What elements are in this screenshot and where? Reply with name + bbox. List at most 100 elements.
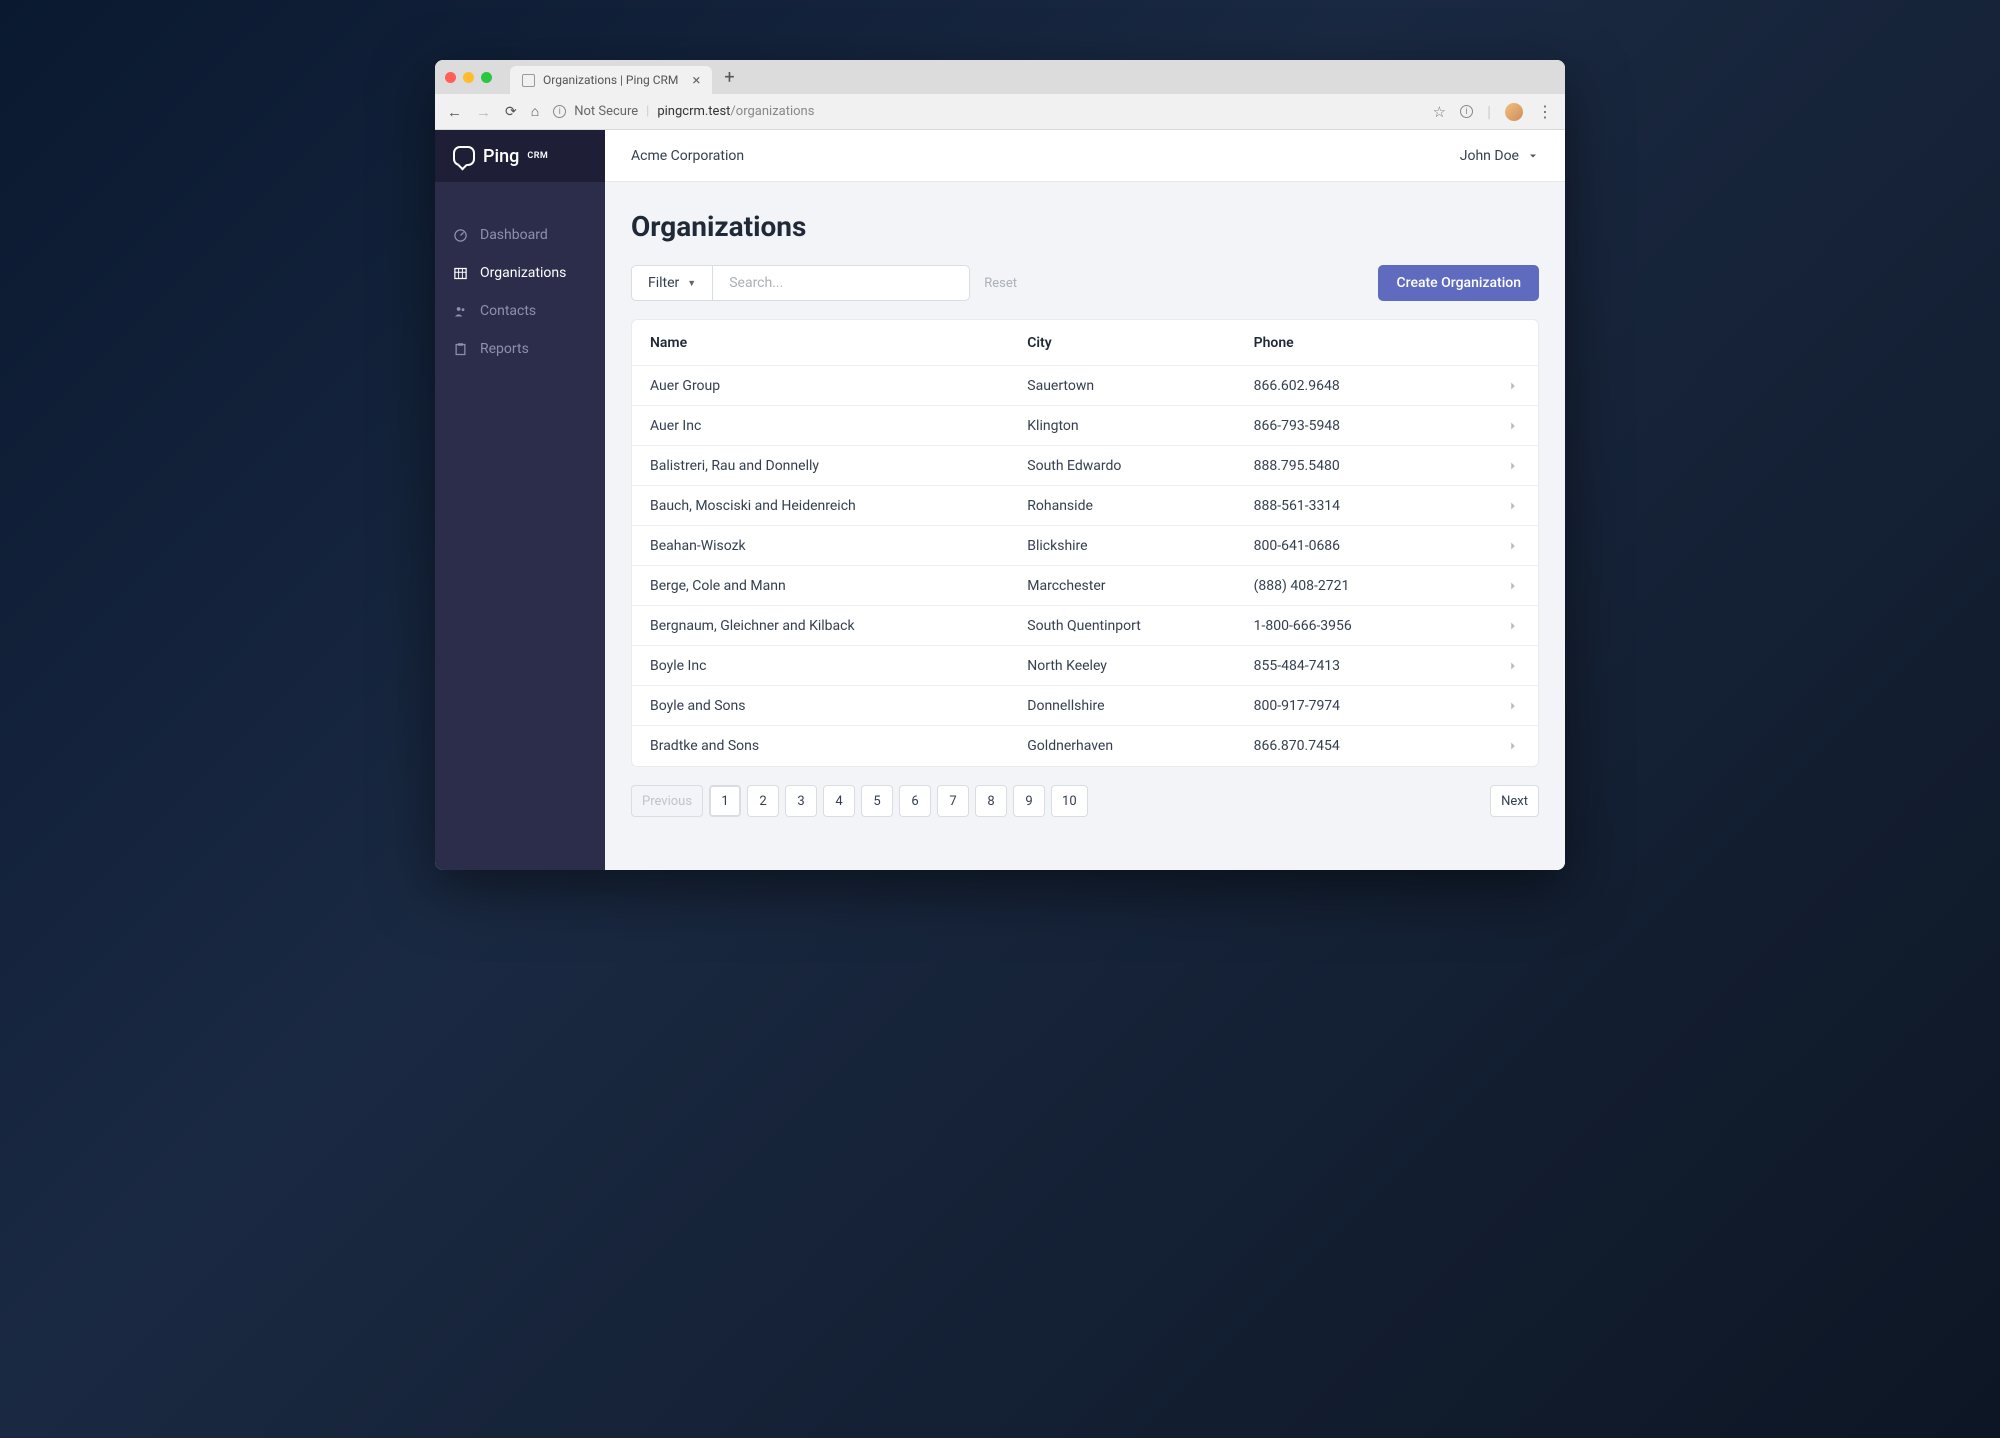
url-path: /organizations	[730, 104, 814, 119]
user-name: John Doe	[1460, 148, 1519, 164]
topbar: Acme Corporation John Doe	[605, 130, 1565, 182]
sidebar-item-contacts[interactable]: Contacts	[435, 292, 605, 330]
left-controls: Filter ▼ Reset	[631, 265, 1017, 301]
page-button-1[interactable]: 1	[709, 785, 741, 817]
main-region: Acme Corporation John Doe Organizations …	[605, 130, 1565, 870]
reload-button[interactable]: ⟳	[505, 104, 517, 120]
logo[interactable]: Ping CRM	[435, 130, 605, 182]
bookmark-icon[interactable]: ☆	[1433, 103, 1446, 121]
organizations-table: Name City Phone Auer Group Sauertown 866…	[631, 319, 1539, 767]
content: Organizations Filter ▼ Reset Create Orga…	[605, 182, 1565, 845]
cell-phone: (888) 408-2721	[1254, 578, 1480, 594]
table-row[interactable]: Boyle Inc North Keeley 855-484-7413	[632, 646, 1538, 686]
chevron-right-icon	[1506, 459, 1520, 473]
cell-phone: 800-641-0686	[1254, 538, 1480, 554]
col-city: City	[1027, 335, 1253, 351]
url-domain: pingcrm.test	[657, 104, 730, 119]
previous-page-button[interactable]: Previous	[631, 785, 703, 817]
table-row[interactable]: Bergnaum, Gleichner and Kilback South Qu…	[632, 606, 1538, 646]
nav-list: Dashboard Organizations Contacts Reports	[435, 182, 605, 402]
page-button-9[interactable]: 9	[1013, 785, 1045, 817]
toolbar-right: ☆ i | ⋮	[1433, 102, 1553, 121]
sidebar-item-label: Organizations	[480, 265, 566, 281]
new-tab-button[interactable]: +	[724, 67, 734, 88]
search-input[interactable]	[712, 265, 970, 301]
cell-city: South Edwardo	[1027, 458, 1253, 474]
window-controls	[445, 72, 492, 83]
contacts-icon	[453, 304, 468, 319]
table-row[interactable]: Boyle and Sons Donnellshire 800-917-7974	[632, 686, 1538, 726]
cell-phone: 866-793-5948	[1254, 418, 1480, 434]
user-menu[interactable]: John Doe	[1460, 148, 1539, 164]
page-icon	[522, 74, 535, 87]
address-bar[interactable]: i Not Secure | pingcrm.test/organization…	[553, 104, 1418, 119]
cell-name: Boyle Inc	[650, 658, 1027, 674]
home-button[interactable]: ⌂	[531, 103, 539, 120]
sidebar-item-organizations[interactable]: Organizations	[435, 254, 605, 292]
cell-city: Goldnerhaven	[1027, 738, 1253, 754]
table-header: Name City Phone	[632, 320, 1538, 366]
filter-label: Filter	[648, 275, 679, 291]
forward-button[interactable]: →	[476, 103, 491, 121]
page-button-7[interactable]: 7	[937, 785, 969, 817]
profile-avatar-icon[interactable]	[1505, 103, 1523, 121]
table-row[interactable]: Auer Group Sauertown 866.602.9648	[632, 366, 1538, 406]
page-button-8[interactable]: 8	[975, 785, 1007, 817]
browser-menu-icon[interactable]: ⋮	[1537, 102, 1553, 121]
cell-name: Balistreri, Rau and Donnelly	[650, 458, 1027, 474]
sidebar-item-label: Contacts	[480, 303, 536, 319]
cell-phone: 1-800-666-3956	[1254, 618, 1480, 634]
reset-link[interactable]: Reset	[984, 276, 1017, 291]
page-button-5[interactable]: 5	[861, 785, 893, 817]
table-row[interactable]: Auer Inc Klington 866-793-5948	[632, 406, 1538, 446]
chevron-down-icon	[1527, 150, 1539, 162]
sidebar-item-label: Reports	[480, 341, 529, 357]
dashboard-icon	[453, 228, 468, 243]
page-title: Organizations	[631, 210, 1539, 243]
table-row[interactable]: Beahan-Wisozk Blickshire 800-641-0686	[632, 526, 1538, 566]
tab-title: Organizations | Ping CRM	[543, 73, 678, 87]
sidebar-item-reports[interactable]: Reports	[435, 330, 605, 368]
browser-window: Organizations | Ping CRM × + ← → ⟳ ⌂ i N…	[435, 60, 1565, 870]
controls-row: Filter ▼ Reset Create Organization	[631, 265, 1539, 301]
table-row[interactable]: Berge, Cole and Mann Marcchester (888) 4…	[632, 566, 1538, 606]
cell-name: Berge, Cole and Mann	[650, 578, 1027, 594]
filter-button[interactable]: Filter ▼	[631, 265, 712, 301]
sidebar-item-dashboard[interactable]: Dashboard	[435, 216, 605, 254]
table-body: Auer Group Sauertown 866.602.9648 Auer I…	[632, 366, 1538, 766]
cell-phone: 888.795.5480	[1254, 458, 1480, 474]
create-organization-button[interactable]: Create Organization	[1378, 265, 1539, 301]
cell-name: Bradtke and Sons	[650, 738, 1027, 754]
caret-down-icon: ▼	[687, 278, 696, 289]
cell-city: North Keeley	[1027, 658, 1253, 674]
browser-chrome: Organizations | Ping CRM × + ← → ⟳ ⌂ i N…	[435, 60, 1565, 130]
next-page-button[interactable]: Next	[1490, 785, 1539, 817]
cell-phone: 800-917-7974	[1254, 698, 1480, 714]
app: Ping CRM Dashboard Organizations Contact…	[435, 130, 1565, 870]
maximize-window-button[interactable]	[481, 72, 492, 83]
cell-phone: 855-484-7413	[1254, 658, 1480, 674]
page-button-10[interactable]: 10	[1051, 785, 1088, 817]
minimize-window-button[interactable]	[463, 72, 474, 83]
chevron-right-icon	[1506, 659, 1520, 673]
extension-icon[interactable]: i	[1460, 105, 1473, 118]
browser-tab[interactable]: Organizations | Ping CRM ×	[510, 66, 712, 94]
table-row[interactable]: Bauch, Mosciski and Heidenreich Rohansid…	[632, 486, 1538, 526]
browser-tab-bar: Organizations | Ping CRM × +	[435, 60, 1565, 94]
back-button[interactable]: ←	[447, 103, 462, 121]
chevron-right-icon	[1506, 699, 1520, 713]
table-row[interactable]: Bradtke and Sons Goldnerhaven 866.870.74…	[632, 726, 1538, 766]
sidebar-item-label: Dashboard	[480, 227, 548, 243]
chevron-right-icon	[1506, 579, 1520, 593]
site-info-icon[interactable]: i	[553, 105, 566, 118]
close-window-button[interactable]	[445, 72, 456, 83]
page-button-6[interactable]: 6	[899, 785, 931, 817]
chevron-right-icon	[1506, 419, 1520, 433]
page-button-4[interactable]: 4	[823, 785, 855, 817]
cell-phone: 866.870.7454	[1254, 738, 1480, 754]
close-tab-icon[interactable]: ×	[692, 71, 700, 89]
page-button-3[interactable]: 3	[785, 785, 817, 817]
page-button-2[interactable]: 2	[747, 785, 779, 817]
cell-phone: 866.602.9648	[1254, 378, 1480, 394]
table-row[interactable]: Balistreri, Rau and Donnelly South Edwar…	[632, 446, 1538, 486]
